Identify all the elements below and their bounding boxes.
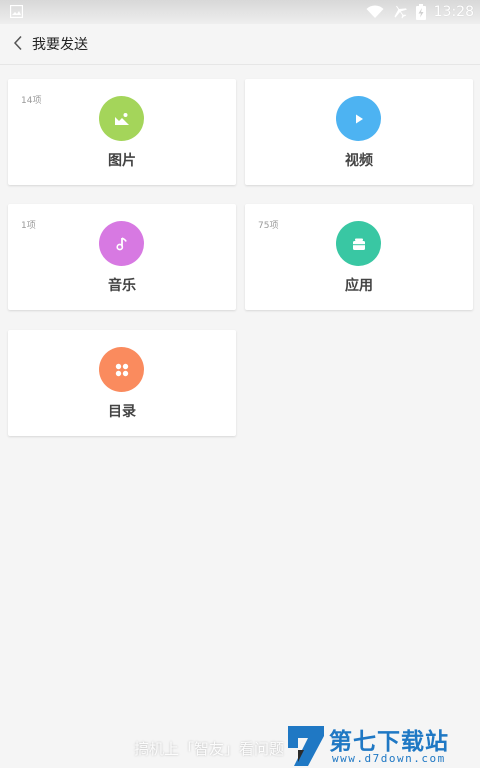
category-icon-circle xyxy=(99,347,144,392)
item-count: 1项 xyxy=(21,221,36,231)
play-icon xyxy=(355,114,363,123)
category-label: 应用 xyxy=(345,278,373,294)
category-label: 目录 xyxy=(108,404,136,420)
watermark-brand: 第七下载站 xyxy=(329,729,449,755)
item-count: 75项 xyxy=(258,221,279,231)
status-bar: 13:28 xyxy=(0,0,480,24)
category-icon-circle xyxy=(336,221,381,266)
category-card-apps[interactable]: 75项 应用 xyxy=(245,204,473,310)
category-icon-circle xyxy=(99,221,144,266)
clock: 13:28 xyxy=(433,4,474,20)
chevron-left-icon xyxy=(13,35,22,51)
page-title: 我要发送 xyxy=(32,37,88,53)
item-count: 14项 xyxy=(21,96,42,106)
back-button[interactable] xyxy=(8,32,28,54)
category-card-music[interactable]: 1项 音乐 xyxy=(8,204,236,310)
category-label: 音乐 xyxy=(108,278,136,294)
category-card-videos[interactable]: 视频 xyxy=(245,79,473,185)
grid-dots-icon xyxy=(115,363,128,376)
category-icon-circle xyxy=(336,96,381,141)
app-box-icon xyxy=(352,238,365,250)
app-header: 我要发送 xyxy=(0,24,480,65)
airplane-icon xyxy=(394,5,407,19)
watermark-text: 搞机上「智友」看问题 xyxy=(134,740,285,758)
category-label: 视频 xyxy=(345,153,373,169)
picture-icon xyxy=(114,112,129,125)
image-icon xyxy=(10,5,23,18)
music-note-icon xyxy=(115,236,127,250)
category-label: 图片 xyxy=(108,153,136,169)
battery-charging-icon xyxy=(415,4,426,20)
wifi-icon xyxy=(366,5,384,18)
watermark-url: www.d7down.com xyxy=(332,752,446,765)
category-card-pictures[interactable]: 14项 图片 xyxy=(8,79,236,185)
category-icon-circle xyxy=(99,96,144,141)
category-card-folders[interactable]: 目录 xyxy=(8,330,236,436)
